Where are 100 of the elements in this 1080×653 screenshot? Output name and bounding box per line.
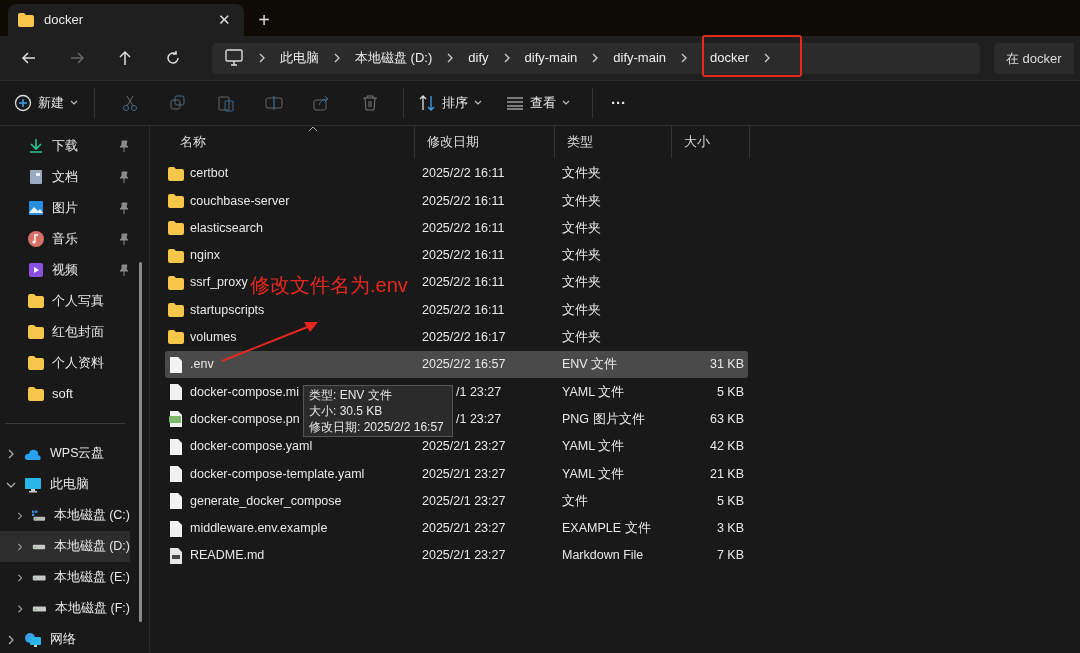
scrollbar[interactable] — [139, 262, 142, 622]
file-type: YAML 文件 — [562, 466, 625, 481]
folder-icon — [168, 248, 184, 263]
file-name: docker-compose.pn — [190, 410, 300, 428]
chevron-right-icon — [333, 53, 341, 63]
sort-icon — [418, 94, 436, 112]
modified-date: /1 23:27 — [456, 384, 502, 399]
tree-item[interactable]: WPS云盘 — [0, 438, 130, 469]
sidebar-item[interactable]: 个人资料 — [52, 352, 129, 373]
file-type: 文件 — [562, 493, 588, 508]
folder-icon — [28, 355, 44, 370]
chevron-right-icon — [446, 53, 455, 63]
sidebar-item[interactable]: 下载 — [52, 135, 111, 156]
chevron-right-icon — [763, 53, 772, 63]
breadcrumb-item[interactable]: dify — [468, 48, 489, 68]
search-field[interactable]: 在 docker — [994, 42, 1074, 74]
file-name: README.md — [190, 547, 265, 565]
file-type: YAML 文件 — [562, 439, 625, 454]
caret-icon — [70, 100, 78, 106]
file-icon — [170, 465, 182, 482]
sidebar-item[interactable]: 音乐 — [52, 228, 111, 249]
paste-icon — [217, 94, 235, 112]
tooltip-line: 类型: ENV 文件 — [309, 387, 393, 403]
file-size: 31 KB — [709, 357, 744, 372]
file-name: .env — [190, 356, 214, 374]
modified-date: 2025/2/2 16:11 — [422, 220, 505, 235]
column-header[interactable]: 大小 — [684, 132, 710, 152]
network-icon — [24, 631, 42, 648]
tree-item[interactable]: 本地磁盘 (C:) — [0, 500, 130, 531]
file-icon — [170, 438, 182, 455]
tooltip-line: 大小: 30.5 KB — [309, 403, 384, 419]
list-icon — [506, 96, 524, 110]
drive-icon — [32, 573, 47, 582]
markdown-file-icon — [170, 547, 182, 564]
folder-icon — [28, 324, 44, 339]
tree-item[interactable]: 本地磁盘 (E:) — [0, 562, 130, 593]
tree-item[interactable]: 网络 — [0, 624, 130, 653]
row-highlight[interactable] — [165, 351, 748, 379]
drive-icon — [31, 542, 46, 551]
column-header[interactable]: 修改日期 — [427, 132, 479, 152]
toolbar-button[interactable]: 排序 — [414, 86, 486, 120]
file-icon — [170, 520, 182, 537]
share-icon — [313, 94, 331, 112]
breadcrumb-item[interactable]: 本地磁盘 (D:) — [355, 48, 433, 68]
file-name: certbot — [190, 165, 229, 183]
more-button[interactable]: ··· — [603, 86, 634, 120]
file-size: 5 KB — [716, 493, 744, 508]
sidebar-item[interactable]: 图片 — [52, 197, 111, 218]
breadcrumb-item[interactable]: docker — [710, 48, 750, 68]
copy-icon — [169, 94, 187, 112]
breadcrumb-item[interactable]: dify-main — [613, 48, 666, 68]
tooltip-line: 修改日期: 2025/2/2 16:57 — [309, 419, 445, 435]
folder-icon — [168, 221, 184, 236]
document-icon — [28, 168, 44, 185]
computer-icon — [224, 49, 244, 67]
folder-icon — [28, 386, 44, 401]
file-name: docker-compose.yaml — [190, 438, 313, 456]
sidebar-item[interactable]: 个人写真 — [52, 290, 129, 311]
file-name: docker-compose-template.yaml — [190, 465, 365, 483]
breadcrumb-item[interactable]: 此电脑 — [280, 48, 319, 68]
column-header[interactable]: 名称 — [180, 132, 206, 152]
sidebar-item[interactable]: 视频 — [52, 259, 111, 280]
folder-icon — [18, 13, 34, 27]
toolbar-button[interactable]: 新建 — [10, 86, 82, 120]
tree-item[interactable]: 此电脑 — [0, 469, 130, 500]
window-tab[interactable]: docker ✕ — [8, 4, 244, 36]
tab-title: docker — [44, 11, 85, 30]
modified-date: 2025/2/2 16:11 — [422, 275, 505, 290]
video-icon — [28, 261, 44, 278]
sidebar-item[interactable]: 红包封面 — [52, 321, 129, 342]
address-bar[interactable]: 此电脑 本地磁盘 (D:) dify dify-main dify-main docker — [212, 42, 980, 74]
modified-date: 2025/2/2 16:11 — [422, 193, 505, 208]
modified-date: 2025/2/1 23:27 — [422, 548, 506, 563]
annotation-text: 修改文件名为.env — [250, 273, 408, 298]
toolbar-button[interactable]: 查看 — [502, 86, 574, 120]
drive-icon — [31, 508, 46, 523]
file-name: couchbase-server — [190, 192, 290, 210]
file-size: 42 KB — [709, 439, 744, 454]
file-name: docker-compose.mi — [190, 383, 300, 401]
sidebar-item[interactable]: soft — [52, 383, 129, 404]
rename-icon — [265, 94, 283, 112]
chevron-right-icon — [502, 53, 511, 63]
cut-icon — [121, 94, 139, 112]
file-type: 文件夹 — [562, 220, 601, 235]
file-type: ENV 文件 — [562, 357, 618, 372]
file-name: nginx — [190, 247, 220, 265]
file-type: YAML 文件 — [562, 384, 625, 399]
file-type: Markdown File — [562, 548, 644, 563]
modified-date: /1 23:27 — [456, 411, 502, 426]
file-name: ssrf_proxy — [190, 274, 248, 292]
new-tab-button[interactable]: + — [244, 4, 284, 36]
breadcrumb-item[interactable]: dify-main — [524, 48, 578, 68]
column-header[interactable]: 类型 — [567, 132, 593, 152]
close-tab-button[interactable]: ✕ — [214, 8, 234, 32]
tree-item[interactable]: 本地磁盘 (D:) — [0, 531, 130, 562]
file-name: startupscripts — [190, 301, 265, 319]
tree-item[interactable]: 本地磁盘 (F:) — [0, 593, 130, 624]
file-type: EXAMPLE 文件 — [562, 521, 651, 536]
sidebar-item[interactable]: 文档 — [52, 166, 111, 187]
modified-date: 2025/2/2 16:17 — [422, 330, 506, 345]
